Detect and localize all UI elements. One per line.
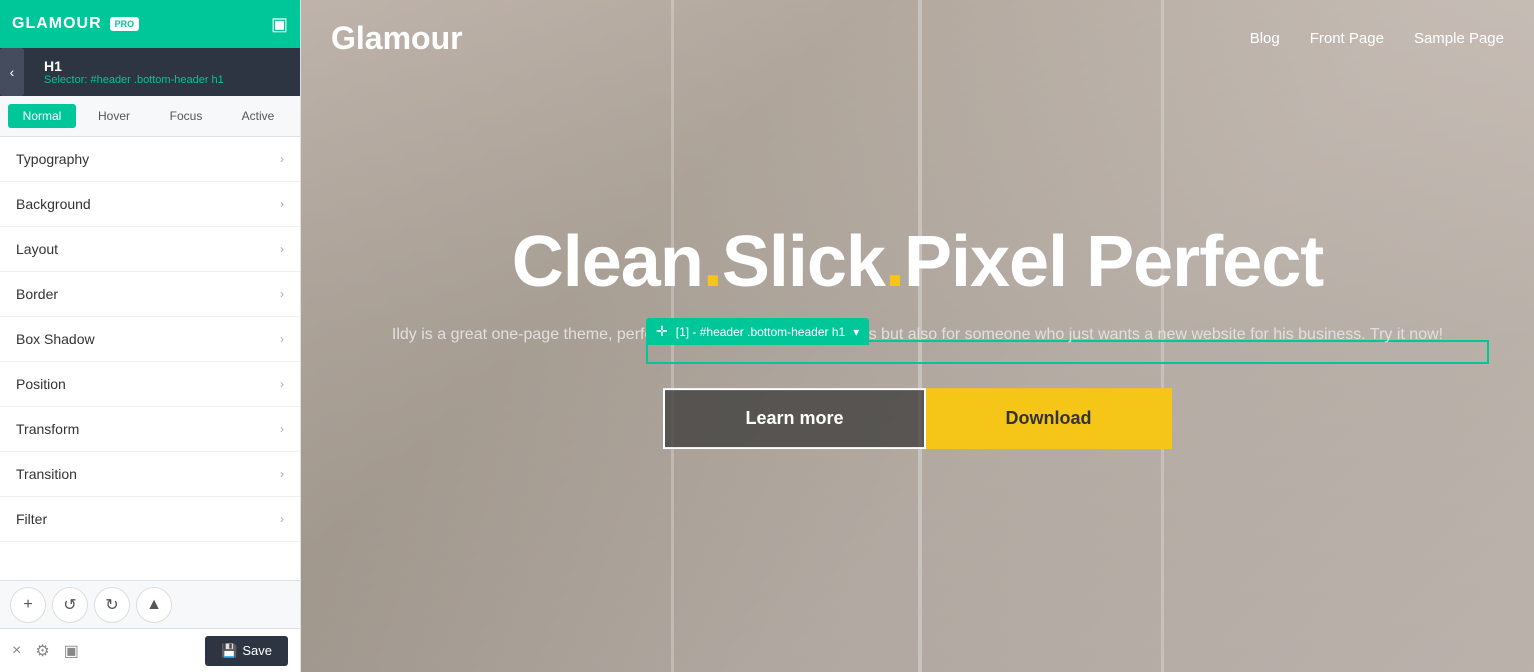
save-button[interactable]: 💾 Save bbox=[205, 636, 288, 666]
section-list: Typography › Background › Layout › Borde… bbox=[0, 137, 300, 580]
hero-subtitle: Ildy is a great one-page theme, perfect … bbox=[368, 322, 1468, 348]
section-border-label: Border bbox=[16, 286, 58, 302]
hero-title-clean: Clean bbox=[512, 222, 703, 302]
element-details: H1 Selector: #header .bottom-header h1 bbox=[44, 58, 224, 86]
window-icon[interactable]: ▣ bbox=[271, 14, 288, 35]
learn-more-button[interactable]: Learn more bbox=[663, 388, 925, 449]
responsive-icon[interactable]: ▣ bbox=[64, 641, 79, 661]
save-label: Save bbox=[242, 643, 272, 658]
element-selector-bar: ✛ [1] - #header .bottom-header h1 ▾ bbox=[646, 318, 869, 345]
bottom-toolbar: + ↺ ↻ ▲ bbox=[0, 580, 300, 628]
hero-dot-1: . bbox=[703, 222, 722, 302]
section-box-shadow-label: Box Shadow bbox=[16, 331, 95, 347]
selector-bar-label: [1] - #header .bottom-header h1 bbox=[676, 325, 845, 339]
section-filter-label: Filter bbox=[16, 511, 47, 527]
hero-title-slick: Slick bbox=[722, 222, 885, 302]
redo-button[interactable]: ↻ bbox=[94, 587, 130, 623]
hero-title-pixel: Pixel Perfect bbox=[904, 222, 1323, 302]
site-nav: Blog Front Page Sample Page bbox=[1250, 30, 1504, 47]
preview-area: Glamour Blog Front Page Sample Page ✛ [1… bbox=[301, 0, 1534, 672]
nav-blog[interactable]: Blog bbox=[1250, 30, 1280, 47]
hero-title: Clean.Slick.Pixel Perfect bbox=[368, 223, 1468, 302]
element-info: ‹ H1 Selector: #header .bottom-header h1 bbox=[0, 48, 300, 96]
section-position-label: Position bbox=[16, 376, 66, 392]
nav-front-page[interactable]: Front Page bbox=[1310, 30, 1384, 47]
section-typography[interactable]: Typography › bbox=[0, 137, 300, 182]
site-header: Glamour Blog Front Page Sample Page bbox=[301, 0, 1534, 77]
download-button[interactable]: Download bbox=[926, 388, 1172, 449]
section-transition-label: Transition bbox=[16, 466, 77, 482]
hero-dot-2: . bbox=[885, 222, 904, 302]
tab-normal[interactable]: Normal bbox=[8, 104, 76, 128]
chevron-icon: › bbox=[280, 152, 284, 166]
undo-button[interactable]: ↺ bbox=[52, 587, 88, 623]
section-filter[interactable]: Filter › bbox=[0, 497, 300, 542]
hero-buttons: Learn more Download bbox=[368, 388, 1468, 449]
section-position[interactable]: Position › bbox=[0, 362, 300, 407]
add-button[interactable]: + bbox=[10, 587, 46, 623]
section-layout-label: Layout bbox=[16, 241, 58, 257]
section-background[interactable]: Background › bbox=[0, 182, 300, 227]
brand-area: GLAMOUR PRO bbox=[12, 15, 139, 33]
footer-left-icons: × ⚙ ▣ bbox=[12, 641, 79, 661]
element-tag: H1 bbox=[44, 58, 224, 74]
hero-content: Clean.Slick.Pixel Perfect Ildy is a grea… bbox=[368, 223, 1468, 449]
chevron-icon: › bbox=[280, 512, 284, 526]
dropdown-icon[interactable]: ▾ bbox=[853, 325, 859, 339]
left-panel: GLAMOUR PRO ▣ ‹ H1 Selector: #header .bo… bbox=[0, 0, 301, 672]
pointer-button[interactable]: ▲ bbox=[136, 587, 172, 623]
section-transition[interactable]: Transition › bbox=[0, 452, 300, 497]
save-icon: 💾 bbox=[221, 643, 237, 659]
panel-header: GLAMOUR PRO ▣ bbox=[0, 0, 300, 48]
pro-badge: PRO bbox=[110, 17, 140, 31]
tab-focus[interactable]: Focus bbox=[152, 104, 220, 128]
panel-footer: × ⚙ ▣ 💾 Save bbox=[0, 628, 300, 672]
tab-active[interactable]: Active bbox=[224, 104, 292, 128]
element-selector-text: Selector: #header .bottom-header h1 bbox=[44, 74, 224, 86]
section-transform-label: Transform bbox=[16, 421, 79, 437]
chevron-icon: › bbox=[280, 197, 284, 211]
tab-hover[interactable]: Hover bbox=[80, 104, 148, 128]
brand-name: GLAMOUR bbox=[12, 15, 102, 33]
back-button[interactable]: ‹ bbox=[0, 48, 24, 96]
section-transform[interactable]: Transform › bbox=[0, 407, 300, 452]
chevron-icon: › bbox=[280, 377, 284, 391]
section-background-label: Background bbox=[16, 196, 91, 212]
toolbar-left: + ↺ ↻ ▲ bbox=[10, 587, 172, 623]
chevron-icon: › bbox=[280, 467, 284, 481]
site-logo: Glamour bbox=[331, 20, 463, 57]
move-icon: ✛ bbox=[656, 323, 668, 340]
section-layout[interactable]: Layout › bbox=[0, 227, 300, 272]
section-box-shadow[interactable]: Box Shadow › bbox=[0, 317, 300, 362]
section-typography-label: Typography bbox=[16, 151, 89, 167]
chevron-icon: › bbox=[280, 422, 284, 436]
nav-sample-page[interactable]: Sample Page bbox=[1414, 30, 1504, 47]
settings-icon[interactable]: ⚙ bbox=[35, 641, 49, 661]
close-icon[interactable]: × bbox=[12, 642, 21, 660]
chevron-icon: › bbox=[280, 287, 284, 301]
section-border[interactable]: Border › bbox=[0, 272, 300, 317]
state-tabs: Normal Hover Focus Active bbox=[0, 96, 300, 137]
chevron-icon: › bbox=[280, 242, 284, 256]
chevron-icon: › bbox=[280, 332, 284, 346]
